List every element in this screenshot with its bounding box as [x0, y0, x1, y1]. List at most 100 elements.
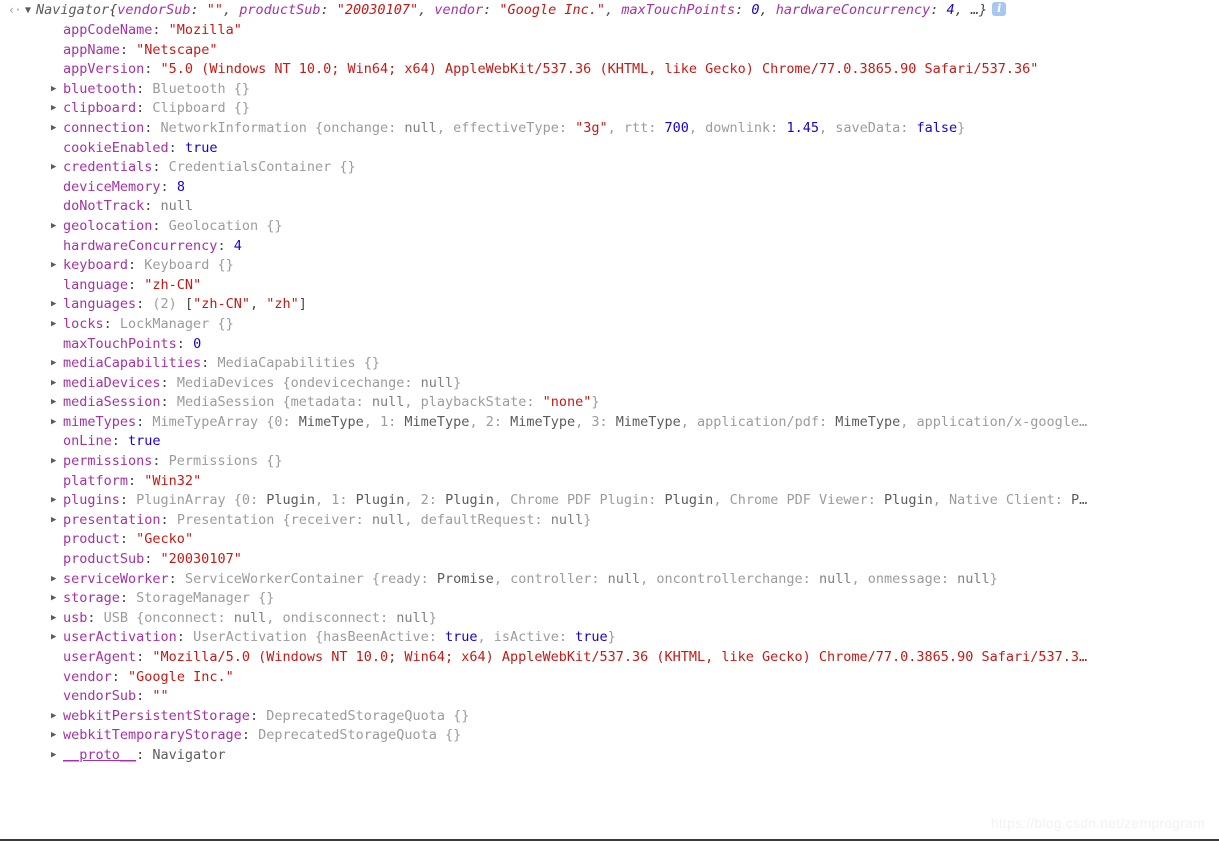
property-name[interactable]: platform	[63, 473, 128, 489]
expand-triangle-icon[interactable]: ▶	[51, 80, 63, 100]
expand-triangle-icon[interactable]: ▶	[51, 707, 63, 727]
property-name[interactable]: languages	[63, 296, 136, 312]
property-name[interactable]: clipboard	[63, 100, 136, 116]
property-name[interactable]: usb	[63, 610, 87, 626]
expand-triangle-icon[interactable]: ▶	[51, 354, 63, 374]
property-row[interactable]: ▶ credentials: CredentialsContainer {}	[0, 158, 1219, 178]
property-name[interactable]: mediaSession	[63, 394, 161, 410]
property-row[interactable]: ▶ keyboard: Keyboard {}	[0, 256, 1219, 276]
property-row[interactable]: ▶ permissions: Permissions {}	[0, 452, 1219, 472]
expand-triangle-icon[interactable]: ▶	[51, 315, 63, 335]
property-row[interactable]: language: "zh-CN"	[0, 276, 1219, 296]
expand-triangle-icon[interactable]: ▶	[51, 491, 63, 511]
property-name[interactable]: permissions	[63, 453, 152, 469]
property-name[interactable]: deviceMemory	[63, 179, 161, 195]
property-row[interactable]: ▶ languages: (2) ["zh-CN", "zh"]	[0, 295, 1219, 315]
property-name[interactable]: maxTouchPoints	[63, 336, 177, 352]
expand-triangle-icon[interactable]: ▶	[51, 609, 63, 629]
expand-triangle-icon[interactable]: ▶	[51, 295, 63, 315]
property-row[interactable]: appName: "Netscape"	[0, 41, 1219, 61]
root-expand-toggle-icon[interactable]: ▼	[25, 0, 36, 21]
property-name[interactable]: geolocation	[63, 218, 152, 234]
property-row[interactable]: ▶ clipboard: Clipboard {}	[0, 99, 1219, 119]
expand-triangle-icon[interactable]: ▶	[51, 589, 63, 609]
console-result-row[interactable]: ‹· ▼ Navigator{vendorSub: "", productSub: …	[0, 0, 1219, 21]
property-name[interactable]: credentials	[63, 159, 152, 175]
property-row[interactable]: maxTouchPoints: 0	[0, 335, 1219, 355]
property-row[interactable]: deviceMemory: 8	[0, 178, 1219, 198]
expand-triangle-icon[interactable]: ▶	[51, 628, 63, 648]
property-name[interactable]: language	[63, 277, 128, 293]
property-name[interactable]: userAgent	[63, 649, 136, 665]
info-icon[interactable]: i	[992, 2, 1007, 16]
property-name[interactable]: appVersion	[63, 61, 144, 77]
property-row[interactable]: hardwareConcurrency: 4	[0, 237, 1219, 257]
property-name[interactable]: locks	[63, 316, 104, 332]
property-row[interactable]: ▶ geolocation: Geolocation {}	[0, 217, 1219, 237]
property-row[interactable]: productSub: "20030107"	[0, 550, 1219, 570]
property-row[interactable]: ▶ webkitPersistentStorage: DeprecatedStor…	[0, 707, 1219, 727]
property-row[interactable]: appCodeName: "Mozilla"	[0, 21, 1219, 41]
property-name[interactable]: appName	[63, 42, 120, 58]
property-row[interactable]: ▶ userActivation: UserActivation {hasBeen…	[0, 628, 1219, 648]
property-name[interactable]: mediaCapabilities	[63, 355, 201, 371]
property-name[interactable]: cookieEnabled	[63, 140, 169, 156]
expand-triangle-icon[interactable]: ▶	[51, 119, 63, 139]
expand-triangle-icon[interactable]: ▶	[51, 158, 63, 178]
expand-triangle-icon[interactable]: ▶	[51, 393, 63, 413]
expand-triangle-icon[interactable]: ▶	[51, 413, 63, 433]
property-row[interactable]: ▶ storage: StorageManager {}	[0, 589, 1219, 609]
expand-triangle-icon[interactable]: ▶	[51, 726, 63, 746]
expand-triangle-icon[interactable]: ▶	[51, 452, 63, 472]
property-name[interactable]: onLine	[63, 433, 112, 449]
property-row[interactable]: vendorSub: ""	[0, 687, 1219, 707]
property-name[interactable]: plugins	[63, 492, 120, 508]
expand-triangle-icon[interactable]: ▶	[51, 99, 63, 119]
property-name[interactable]: mediaDevices	[63, 375, 161, 391]
expand-triangle-icon[interactable]: ▶	[51, 256, 63, 276]
property-name[interactable]: appCodeName	[63, 22, 152, 38]
expand-triangle-icon[interactable]: ▶	[51, 511, 63, 531]
property-row[interactable]: ▶ usb: USB {onconnect: null, ondisconnect…	[0, 609, 1219, 629]
expand-triangle-icon[interactable]: ▶	[51, 217, 63, 237]
property-row[interactable]: product: "Gecko"	[0, 530, 1219, 550]
property-row[interactable]: ▶ plugins: PluginArray {0: Plugin, 1: Plu…	[0, 491, 1219, 511]
property-row[interactable]: ▶ connection: NetworkInformation {onchang…	[0, 119, 1219, 139]
property-name[interactable]: presentation	[63, 512, 161, 528]
property-name[interactable]: serviceWorker	[63, 571, 169, 587]
property-name[interactable]: webkitTemporaryStorage	[63, 727, 242, 743]
property-name[interactable]: userActivation	[63, 629, 177, 645]
property-name[interactable]: doNotTrack	[63, 198, 144, 214]
property-name[interactable]: bluetooth	[63, 81, 136, 97]
property-name[interactable]: mimeTypes	[63, 414, 136, 430]
property-row[interactable]: ▶ mediaCapabilities: MediaCapabilities {}	[0, 354, 1219, 374]
property-row[interactable]: ▶ webkitTemporaryStorage: DeprecatedStora…	[0, 726, 1219, 746]
property-name[interactable]: hardwareConcurrency	[63, 238, 217, 254]
property-name[interactable]: product	[63, 531, 120, 547]
property-name[interactable]: keyboard	[63, 257, 128, 273]
property-name[interactable]: vendorSub	[63, 688, 136, 704]
property-name[interactable]: webkitPersistentStorage	[63, 708, 250, 724]
property-name[interactable]: storage	[63, 590, 120, 606]
property-row[interactable]: ▶ bluetooth: Bluetooth {}	[0, 80, 1219, 100]
property-row[interactable]: doNotTrack: null	[0, 197, 1219, 217]
property-row[interactable]: cookieEnabled: true	[0, 139, 1219, 159]
property-row[interactable]: ▶ locks: LockManager {}	[0, 315, 1219, 335]
property-row[interactable]: platform: "Win32"	[0, 472, 1219, 492]
property-row[interactable]: ▶ serviceWorker: ServiceWorkerContainer {…	[0, 570, 1219, 590]
property-name[interactable]: vendor	[63, 669, 112, 685]
expand-triangle-icon[interactable]: ▶	[51, 746, 63, 766]
property-row[interactable]: ▶ mediaSession: MediaSession {metadata: n…	[0, 393, 1219, 413]
property-name[interactable]: __proto__	[63, 747, 136, 763]
property-row[interactable]: ▶ mediaDevices: MediaDevices {ondevicecha…	[0, 374, 1219, 394]
property-row[interactable]: onLine: true	[0, 432, 1219, 452]
expand-triangle-icon[interactable]: ▶	[51, 570, 63, 590]
property-row[interactable]: appVersion: "5.0 (Windows NT 10.0; Win64…	[0, 60, 1219, 80]
expand-triangle-icon[interactable]: ▶	[51, 374, 63, 394]
property-row[interactable]: vendor: "Google Inc."	[0, 668, 1219, 688]
property-name[interactable]: connection	[63, 120, 144, 136]
property-row[interactable]: userAgent: "Mozilla/5.0 (Windows NT 10.0…	[0, 648, 1219, 668]
property-row[interactable]: ▶ mimeTypes: MimeTypeArray {0: MimeType, …	[0, 413, 1219, 433]
property-name[interactable]: productSub	[63, 551, 144, 567]
property-row[interactable]: ▶ __proto__: Navigator	[0, 746, 1219, 766]
